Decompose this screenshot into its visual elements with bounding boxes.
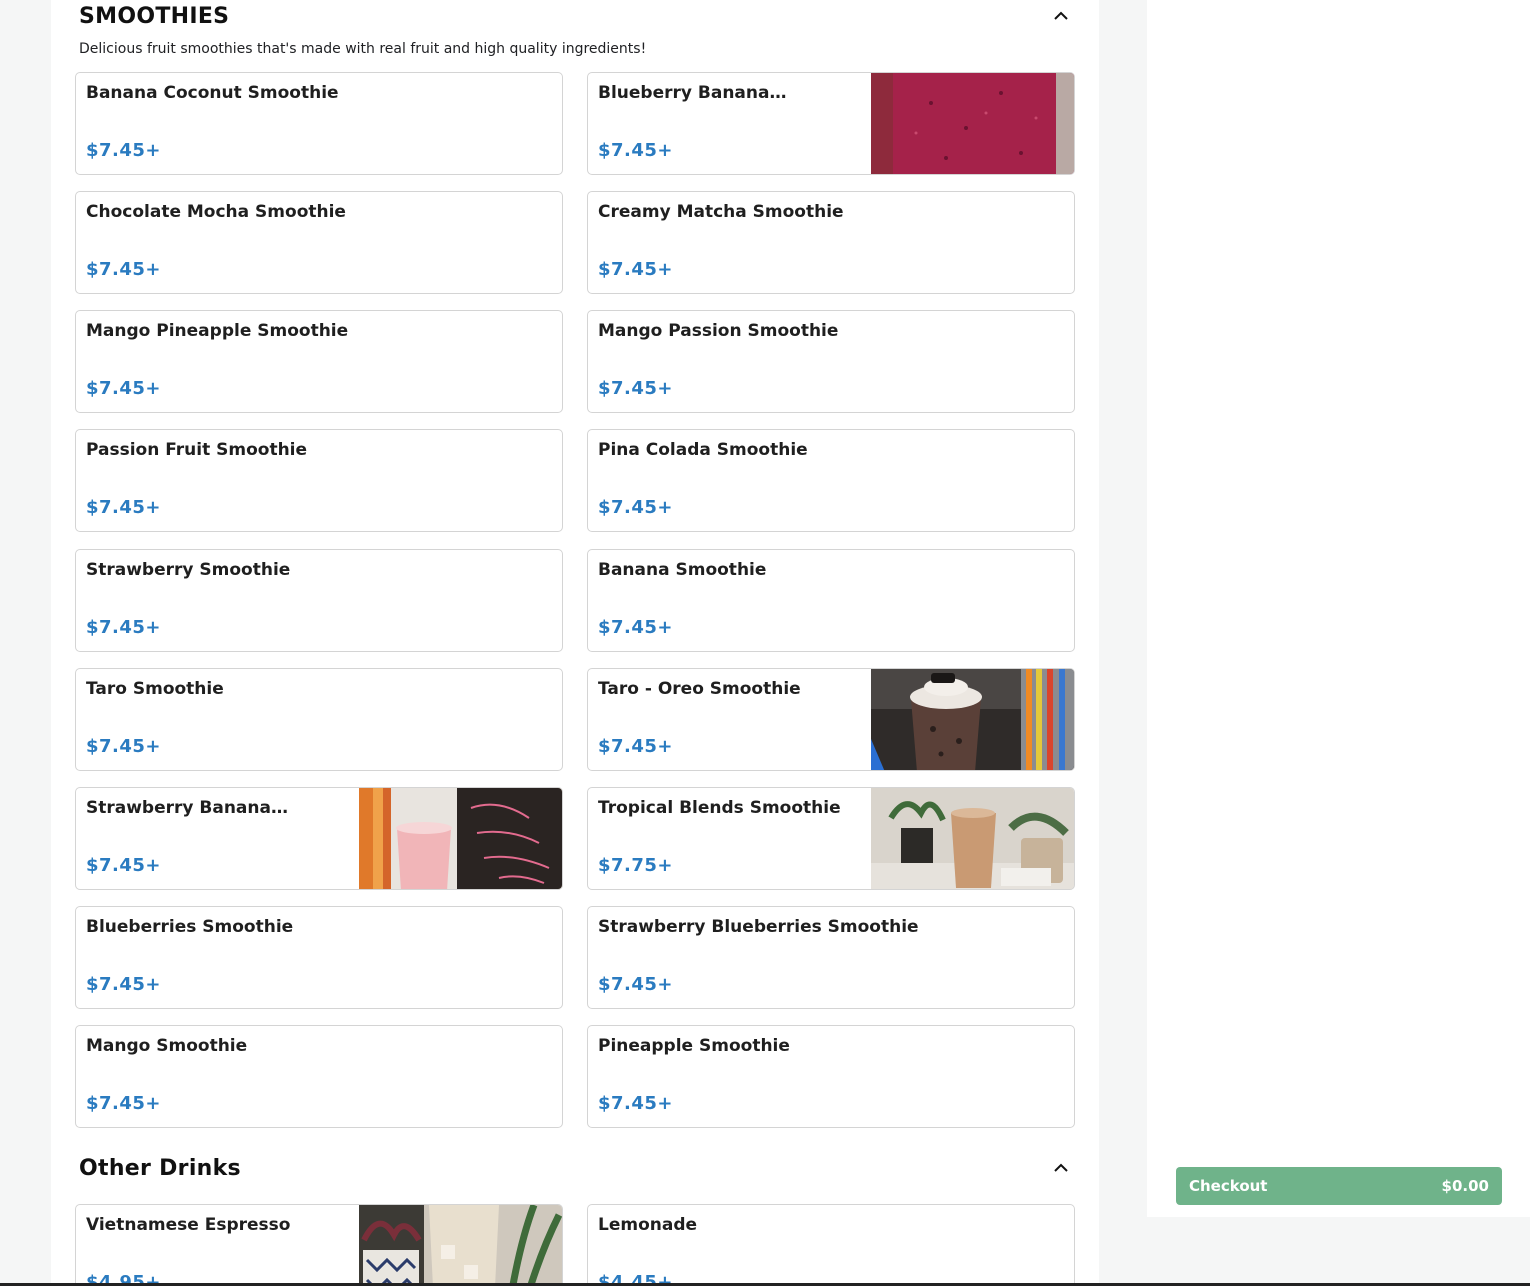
item-name: Taro Smoothie: [86, 679, 224, 699]
item-price: $7.75+: [598, 855, 674, 876]
cart-sidebar: [1147, 0, 1530, 1217]
item-price: $7.45+: [86, 974, 162, 995]
section-description: Delicious fruit smoothies that's made wi…: [79, 41, 647, 57]
menu-item-card[interactable]: Tropical Blends Smoothie $7.75+: [587, 787, 1075, 890]
item-price: $7.45+: [598, 617, 674, 638]
item-price: $7.45+: [86, 1093, 162, 1114]
menu-item-card[interactable]: Mango Smoothie $7.45+: [75, 1025, 563, 1128]
section-title: SMOOTHIES: [79, 4, 230, 29]
menu-item-card[interactable]: Banana Smoothie $7.45+: [587, 549, 1075, 652]
checkout-label: Checkout: [1189, 1177, 1268, 1195]
menu-item-card[interactable]: Pina Colada Smoothie $7.45+: [587, 429, 1075, 532]
menu-item-card[interactable]: Taro Smoothie $7.45+: [75, 668, 563, 771]
item-name: Tropical Blends Smoothie: [598, 798, 841, 818]
menu-item-card[interactable]: Mango Passion Smoothie $7.45+: [587, 310, 1075, 413]
strawberry-banana-photo: [359, 788, 562, 889]
menu-item-card[interactable]: Strawberry Banana… $7.45+: [75, 787, 563, 890]
menu-item-card[interactable]: Taro - Oreo Smoothie $7.45+: [587, 668, 1075, 771]
item-price: $7.45+: [86, 497, 162, 518]
item-name: Banana Coconut Smoothie: [86, 83, 339, 103]
item-price: $7.45+: [598, 736, 674, 757]
vietnamese-espresso-photo: [359, 1205, 562, 1286]
item-name: Banana Smoothie: [598, 560, 767, 580]
menu-item-card[interactable]: Vietnamese Espresso $4.95+: [75, 1204, 563, 1286]
item-name: Taro - Oreo Smoothie: [598, 679, 801, 699]
item-price: $7.45+: [598, 1093, 674, 1114]
chevron-up-icon: [1054, 1163, 1068, 1172]
blueberry-banana-photo: [871, 73, 1074, 174]
section-title: Other Drinks: [79, 1156, 241, 1181]
item-name: Strawberry Banana…: [86, 798, 288, 818]
item-name: Blueberries Smoothie: [86, 917, 294, 937]
item-price: $7.45+: [598, 378, 674, 399]
checkout-total: $0.00: [1441, 1177, 1489, 1195]
menu-item-card[interactable]: Blueberry Banana… $7.45+: [587, 72, 1075, 175]
item-name: Strawberry Smoothie: [86, 560, 291, 580]
item-price: $7.45+: [86, 736, 162, 757]
item-price: $7.45+: [598, 497, 674, 518]
item-name: Pineapple Smoothie: [598, 1036, 790, 1056]
item-price: $7.45+: [86, 259, 162, 280]
menu-item-card[interactable]: Pineapple Smoothie $7.45+: [587, 1025, 1075, 1128]
section-header-other-drinks: Other Drinks: [79, 1156, 1073, 1182]
item-price: $7.45+: [598, 259, 674, 280]
item-name: Lemonade: [598, 1215, 698, 1235]
menu-item-card[interactable]: Mango Pineapple Smoothie $7.45+: [75, 310, 563, 413]
collapse-section-button[interactable]: [1049, 1156, 1073, 1180]
menu-item-card[interactable]: Lemonade $4.45+: [587, 1204, 1075, 1286]
menu-column: SMOOTHIES Delicious fruit smoothies that…: [51, 0, 1099, 1286]
item-name: Creamy Matcha Smoothie: [598, 202, 844, 222]
item-name: Mango Pineapple Smoothie: [86, 321, 349, 341]
checkout-button[interactable]: Checkout $0.00: [1176, 1167, 1502, 1205]
item-price: $7.45+: [86, 378, 162, 399]
item-price: $7.45+: [598, 140, 674, 161]
chevron-up-icon: [1054, 11, 1068, 20]
item-name: Strawberry Blueberries Smoothie: [598, 917, 919, 937]
menu-item-card[interactable]: Passion Fruit Smoothie $7.45+: [75, 429, 563, 532]
collapse-section-button[interactable]: [1049, 4, 1073, 28]
item-name: Chocolate Mocha Smoothie: [86, 202, 346, 222]
item-price: $7.45+: [598, 974, 674, 995]
menu-item-card[interactable]: Banana Coconut Smoothie $7.45+: [75, 72, 563, 175]
tropical-blends-photo: [871, 788, 1074, 889]
item-name: Passion Fruit Smoothie: [86, 440, 308, 460]
menu-item-card[interactable]: Strawberry Blueberries Smoothie $7.45+: [587, 906, 1075, 1009]
item-name: Vietnamese Espresso: [86, 1215, 291, 1235]
menu-item-card[interactable]: Creamy Matcha Smoothie $7.45+: [587, 191, 1075, 294]
taro-oreo-photo: [871, 669, 1074, 770]
item-name: Blueberry Banana…: [598, 83, 787, 103]
menu-item-card[interactable]: Blueberries Smoothie $7.45+: [75, 906, 563, 1009]
item-price: $7.45+: [86, 617, 162, 638]
item-price: $7.45+: [86, 855, 162, 876]
item-name: Mango Passion Smoothie: [598, 321, 839, 341]
item-name: Pina Colada Smoothie: [598, 440, 808, 460]
item-price: $7.45+: [86, 140, 162, 161]
item-name: Mango Smoothie: [86, 1036, 248, 1056]
menu-item-card[interactable]: Strawberry Smoothie $7.45+: [75, 549, 563, 652]
menu-item-card[interactable]: Chocolate Mocha Smoothie $7.45+: [75, 191, 563, 294]
section-header-smoothies: SMOOTHIES: [79, 4, 1073, 30]
